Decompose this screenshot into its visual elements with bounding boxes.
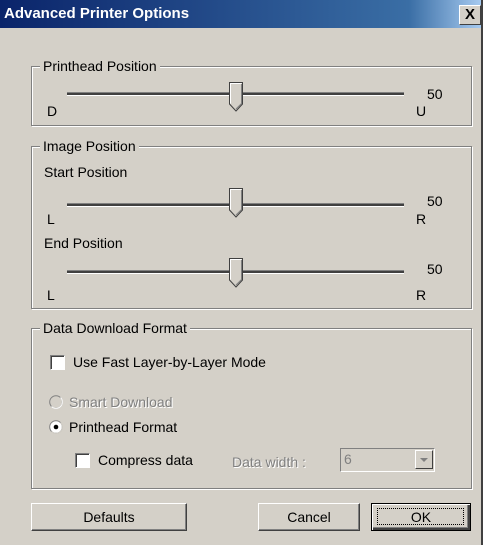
compress-data-checkbox[interactable]	[75, 453, 90, 468]
smart-download-radio[interactable]	[49, 395, 63, 409]
printhead-format-radio[interactable]	[49, 420, 63, 434]
cancel-button[interactable]: Cancel	[258, 503, 360, 531]
cancel-button-label: Cancel	[287, 509, 331, 525]
end-position-max-label: R	[416, 287, 427, 303]
compress-data-label[interactable]: Compress data	[98, 452, 193, 469]
printhead-value: 50	[427, 86, 443, 102]
data-download-format-legend: Data Download Format	[40, 320, 190, 337]
printhead-position-legend: Printhead Position	[40, 58, 160, 75]
printhead-format-label[interactable]: Printhead Format	[69, 419, 177, 436]
ok-focus-rect	[377, 508, 464, 525]
smart-download-label[interactable]: Smart Download	[69, 394, 173, 411]
window-title: Advanced Printer Options	[4, 5, 190, 22]
advanced-printer-options-dialog: Advanced Printer Options X Printhead Pos…	[0, 0, 483, 545]
end-position-min-label: L	[47, 287, 55, 303]
data-width-label: Data width :	[232, 454, 306, 470]
defaults-button[interactable]: Defaults	[31, 503, 187, 531]
printhead-slider-thumb[interactable]	[229, 82, 243, 112]
data-width-dropdown-button[interactable]	[415, 450, 433, 469]
printhead-min-label: D	[47, 103, 58, 119]
close-icon: X	[464, 6, 475, 23]
start-position-slider-thumb[interactable]	[229, 188, 243, 218]
fast-layer-label[interactable]: Use Fast Layer-by-Layer Mode	[73, 354, 266, 371]
end-position-value: 50	[427, 261, 443, 277]
start-position-min-label: L	[47, 211, 55, 227]
ok-button[interactable]: OK	[371, 503, 471, 531]
end-position-slider-thumb[interactable]	[229, 258, 243, 288]
title-bar[interactable]: Advanced Printer Options X	[0, 0, 481, 28]
data-width-select[interactable]: 6	[340, 448, 435, 472]
end-position-label: End Position	[44, 235, 123, 251]
start-position-label: Start Position	[44, 164, 128, 180]
defaults-button-label: Defaults	[83, 509, 135, 525]
printhead-max-label: U	[416, 103, 427, 119]
close-button[interactable]: X	[459, 5, 481, 25]
image-position-legend: Image Position	[40, 138, 139, 155]
fast-layer-checkbox[interactable]	[50, 355, 65, 370]
chevron-down-icon	[420, 458, 428, 462]
start-position-max-label: R	[416, 211, 427, 227]
data-width-value: 6	[344, 451, 352, 467]
printhead-position-group: Printhead Position	[31, 58, 472, 126]
start-position-value: 50	[427, 193, 443, 209]
